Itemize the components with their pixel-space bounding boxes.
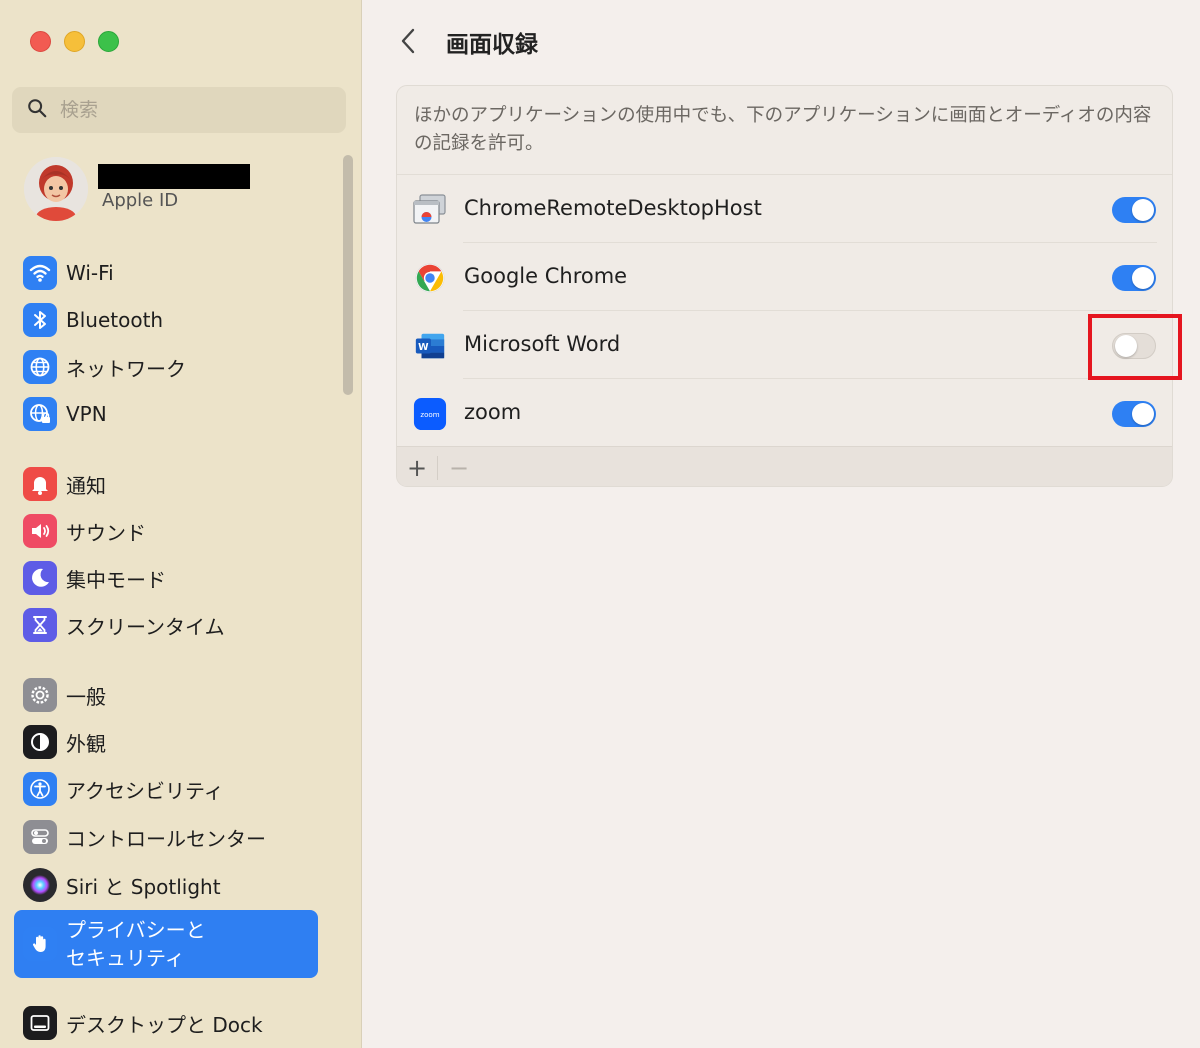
apple-id-label: Apple ID <box>102 190 179 211</box>
sidebar-item-sound[interactable]: サウンド <box>14 508 318 554</box>
sidebar-scrollbar[interactable] <box>343 155 353 395</box>
sidebar-item-bluetooth[interactable]: Bluetooth <box>14 297 318 343</box>
close-window-button[interactable] <box>30 31 51 52</box>
panel-footer: + − <box>397 446 1172 486</box>
hourglass-icon <box>23 608 57 642</box>
app-permission-toggle[interactable] <box>1112 401 1156 427</box>
sidebar-item-control-center[interactable]: コントロールセンター <box>14 814 318 860</box>
dock-icon <box>23 1006 57 1040</box>
bell-icon <box>23 467 57 501</box>
sidebar-item-label: スクリーンタイム <box>66 614 225 639</box>
sidebar-item-notifications[interactable]: 通知 <box>14 461 318 507</box>
wifi-icon <box>23 256 57 290</box>
speaker-icon <box>23 514 57 548</box>
moon-icon <box>23 561 57 595</box>
app-name: Microsoft Word <box>464 332 621 356</box>
app-name: ChromeRemoteDesktopHost <box>464 196 762 220</box>
minimize-window-button[interactable] <box>64 31 85 52</box>
sidebar-item-screen-time[interactable]: スクリーンタイム <box>14 602 318 648</box>
sidebar-item-vpn[interactable]: VPN <box>14 391 318 437</box>
main-content: 画面収録 ほかのアプリケーションの使用中でも、下のアプリケーションに画面とオーデ… <box>363 0 1200 1048</box>
sidebar-item-accessibility[interactable]: アクセシビリティ <box>14 766 318 812</box>
word-icon: W <box>412 328 448 364</box>
sidebar-item-label: VPN <box>66 402 107 426</box>
accessibility-icon <box>23 772 57 806</box>
sidebar-item-focus[interactable]: 集中モード <box>14 555 318 601</box>
sidebar-item-label: ネットワーク <box>66 356 186 381</box>
sidebar-item-label: Siri と Spotlight <box>66 874 221 899</box>
page-title: 画面収録 <box>446 32 538 58</box>
sidebar-item-label: サウンド <box>66 520 146 545</box>
sidebar-item-label: 通知 <box>66 473 106 498</box>
app-name: zoom <box>464 400 522 424</box>
sidebar-item-label: アクセシビリティ <box>66 778 224 803</box>
sidebar-item-siri-spotlight[interactable]: Siri と Spotlight <box>14 862 318 908</box>
panel-description: ほかのアプリケーションの使用中でも、下のアプリケーションに画面とオーディオの内容… <box>414 105 1152 154</box>
chrome-icon <box>412 260 448 296</box>
vpn-globe-icon <box>23 397 57 431</box>
bluetooth-icon <box>23 303 57 337</box>
sidebar-item-network[interactable]: ネットワーク <box>14 344 318 390</box>
highlight-annotation-box <box>1088 314 1182 380</box>
apple-id-row[interactable]: Apple ID <box>24 157 324 223</box>
sidebar-item-general[interactable]: 一般 <box>14 672 318 718</box>
sidebar-item-label: 外観 <box>66 731 106 756</box>
chrome-remote-desktop-icon <box>412 192 448 228</box>
sidebar-item-label: コントロールセンター <box>66 826 266 851</box>
sidebar-item-label: プライバシーと セキュリティ <box>66 918 206 970</box>
gear-icon <box>23 678 57 712</box>
svg-text:zoom: zoom <box>420 410 439 419</box>
app-name: Google Chrome <box>464 264 628 288</box>
globe-icon <box>23 350 57 384</box>
redacted-account-name <box>98 164 250 189</box>
avatar <box>24 157 88 221</box>
sidebar-item-desktop-dock[interactable]: デスクトップと Dock <box>14 1000 318 1046</box>
app-row: zoom zoom <box>397 379 1172 447</box>
hand-icon <box>23 927 57 961</box>
sidebar-item-label: Wi-Fi <box>66 261 114 285</box>
sidebar-item-label: デスクトップと Dock <box>66 1012 263 1037</box>
search-input[interactable] <box>60 99 320 121</box>
app-row: Google Chrome <box>397 243 1172 311</box>
sidebar: Apple ID Wi-Fi Bluetooth ネットワーク VPN 通知 <box>0 0 362 1048</box>
sidebar-item-appearance[interactable]: 外観 <box>14 719 318 765</box>
appearance-icon <box>23 725 57 759</box>
screen-recording-panel: ほかのアプリケーションの使用中でも、下のアプリケーションに画面とオーディオの内容… <box>396 85 1173 487</box>
siri-icon <box>23 868 57 902</box>
add-app-button[interactable]: + <box>402 453 432 483</box>
search-field[interactable] <box>12 87 346 133</box>
app-row: W Microsoft Word <box>397 311 1172 379</box>
sidebar-item-label: 集中モード <box>66 567 166 592</box>
sidebar-item-privacy-security[interactable]: プライバシーと セキュリティ <box>14 910 318 978</box>
remove-app-button[interactable]: − <box>444 453 474 483</box>
back-button[interactable] <box>393 24 423 58</box>
svg-text:W: W <box>418 342 429 353</box>
chevron-left-icon <box>401 28 415 54</box>
zoom-icon: zoom <box>412 396 448 432</box>
divider <box>437 456 438 480</box>
app-permission-toggle[interactable] <box>1112 197 1156 223</box>
zoom-window-button[interactable] <box>98 31 119 52</box>
sidebar-item-label: Bluetooth <box>66 308 164 332</box>
window-controls <box>30 31 119 52</box>
app-row: ChromeRemoteDesktopHost <box>397 175 1172 243</box>
sidebar-item-label: 一般 <box>66 684 106 709</box>
sidebar-item-wifi[interactable]: Wi-Fi <box>14 250 318 296</box>
search-icon <box>26 97 48 123</box>
app-permission-toggle[interactable] <box>1112 265 1156 291</box>
control-center-icon <box>23 820 57 854</box>
